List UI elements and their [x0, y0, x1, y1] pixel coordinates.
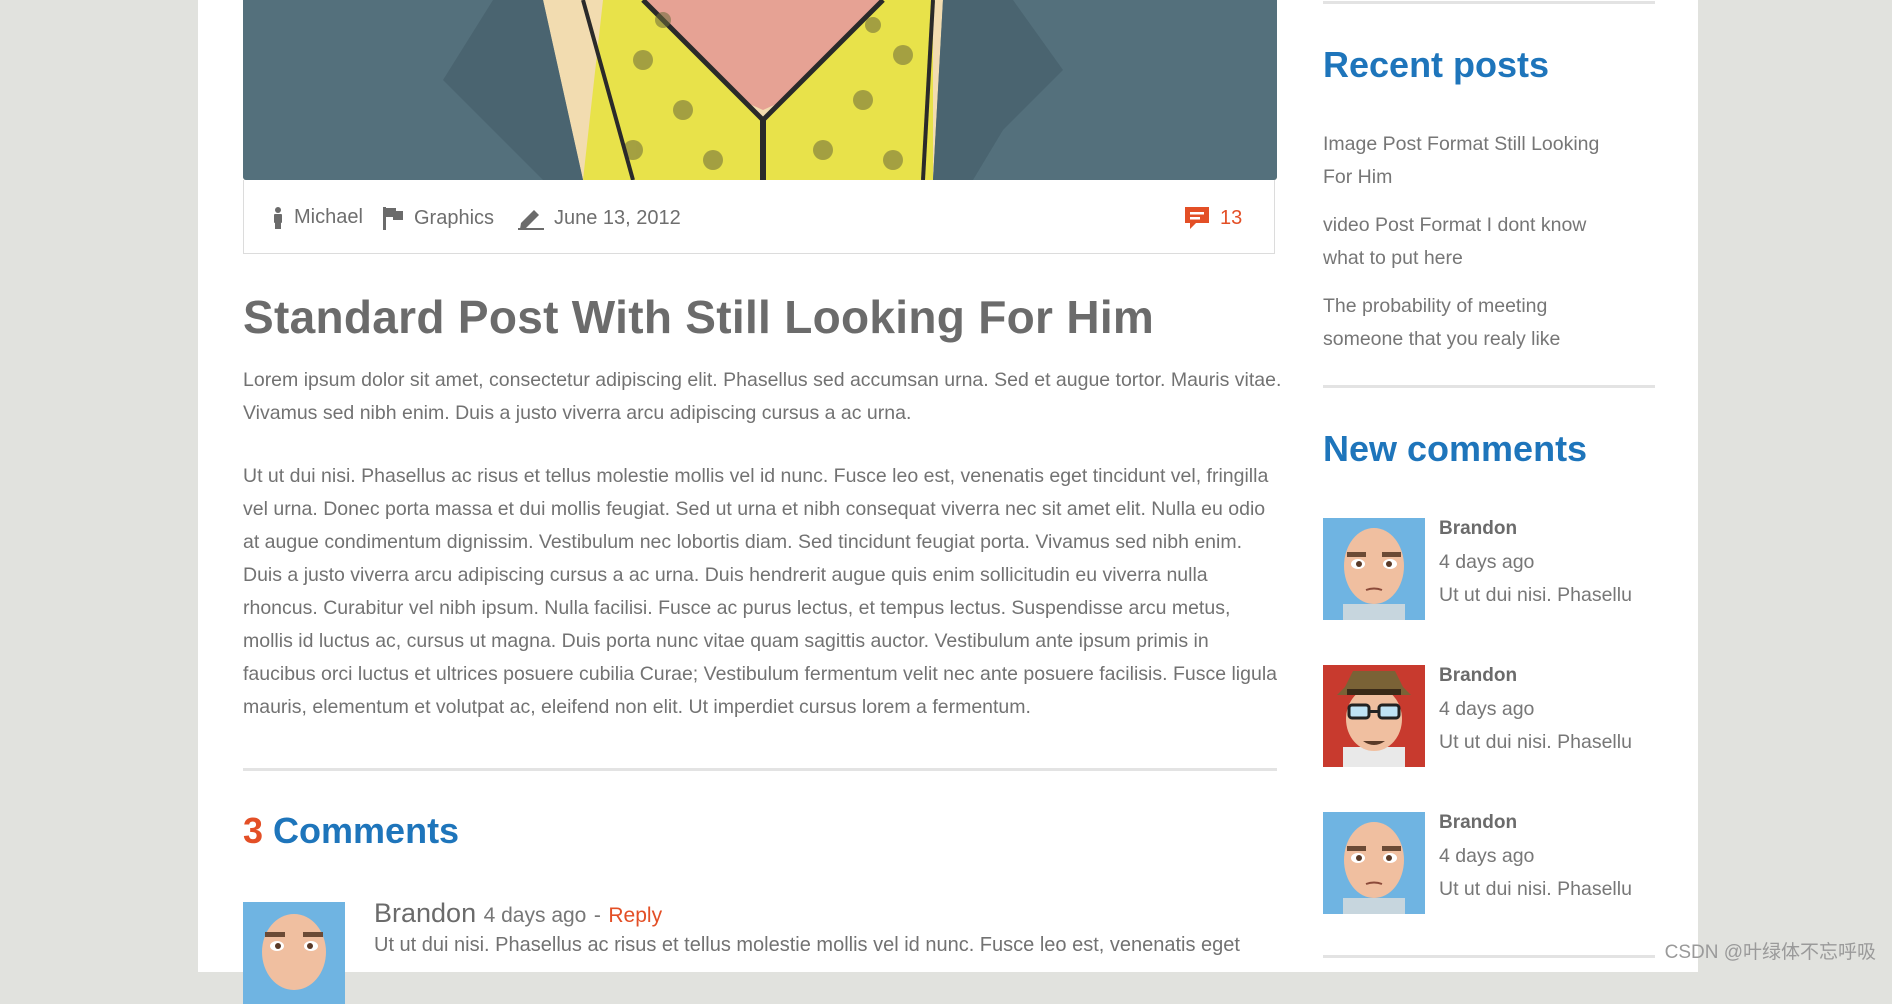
comment-ago: 4 days ago — [1439, 551, 1535, 573]
watermark: CSDN @叶绿体不忘呼吸 — [1664, 942, 1876, 963]
bald-man-avatar — [243, 902, 345, 1004]
sidebar-divider — [1323, 955, 1655, 958]
comment-ago: 4 days ago — [1439, 845, 1535, 867]
reply-link[interactable]: Reply — [608, 904, 662, 927]
content-divider — [243, 768, 1277, 771]
comment-excerpt: Ut ut dui nisi. Phasellu — [1439, 584, 1632, 606]
sidebar-divider — [1323, 385, 1655, 388]
post-author[interactable]: Michael — [272, 206, 363, 229]
bald-man-avatar — [1323, 518, 1425, 620]
commenter-name: Brandon — [1439, 665, 1518, 686]
comments-title: Comments — [273, 810, 460, 851]
bald-man-avatar — [1323, 812, 1425, 914]
page-container: Michael Graphics June 13, 2012 13 Standa… — [198, 0, 1698, 1004]
comment-count-label: 13 — [1220, 206, 1243, 229]
comment-text: Ut ut dui nisi. Phasellus ac risus et te… — [374, 934, 1240, 956]
comment-bubble-icon — [1185, 207, 1209, 229]
comment-ago: 4 days ago — [1439, 698, 1535, 720]
recent-posts-heading: Recent posts — [1323, 44, 1550, 85]
new-comments-heading: New comments — [1323, 428, 1588, 469]
comment-header: Brandon 4 days ago - Reply — [374, 898, 662, 929]
post-title: Standard Post With Still Looking For Him — [243, 291, 1155, 343]
comment-excerpt: Ut ut dui nisi. Phasellu — [1439, 878, 1632, 900]
comment-separator: - — [593, 904, 601, 927]
comment-item: Brandon 4 days ago - Reply Ut ut dui nis… — [243, 898, 1283, 1004]
pencil-icon — [518, 210, 544, 230]
post-category[interactable]: Graphics — [382, 206, 494, 230]
post-meta-bar: Michael Graphics June 13, 2012 13 — [243, 180, 1275, 254]
flag-icon — [383, 207, 403, 230]
recent-post-link[interactable]: video Post Format I dont know what to pu… — [1323, 209, 1623, 275]
person-icon — [274, 206, 282, 229]
hat-glasses-man-avatar — [1323, 665, 1425, 767]
sidebar-divider — [1323, 1, 1655, 4]
post-comment-count[interactable]: 13 — [1184, 206, 1242, 230]
new-comment-item[interactable]: Brandon 4 days ago Ut ut dui nisi. Phase… — [1323, 665, 1655, 767]
comments-count: 3 — [243, 810, 264, 851]
recent-post-link[interactable]: The probability of meeting someone that … — [1323, 290, 1623, 356]
post-date-label: June 13, 2012 — [554, 206, 681, 229]
post-paragraph: Lorem ipsum dolor sit amet, consectetur … — [243, 369, 1282, 424]
post-category-label: Graphics — [414, 206, 495, 229]
post-featured-image[interactable] — [243, 0, 1277, 180]
new-comment-item[interactable]: Brandon 4 days ago Ut ut dui nisi. Phase… — [1323, 518, 1655, 620]
commenter-name: Brandon — [1439, 518, 1518, 539]
post-author-label: Michael — [294, 206, 363, 228]
post-paragraph: Ut ut dui nisi. Phasellus ac risus et te… — [243, 465, 1277, 718]
recent-post-link[interactable]: Image Post Format Still Looking For Him — [1323, 128, 1623, 194]
comment-time: 4 days ago — [483, 904, 587, 927]
commenter-name: Brandon — [1439, 812, 1518, 833]
comment-author[interactable]: Brandon — [374, 898, 476, 928]
comment-excerpt: Ut ut dui nisi. Phasellu — [1439, 731, 1632, 753]
post-date: June 13, 2012 — [518, 206, 681, 230]
comments-heading: 3 Comments — [243, 810, 459, 852]
new-comment-item[interactable]: Brandon 4 days ago Ut ut dui nisi. Phase… — [1323, 812, 1655, 914]
